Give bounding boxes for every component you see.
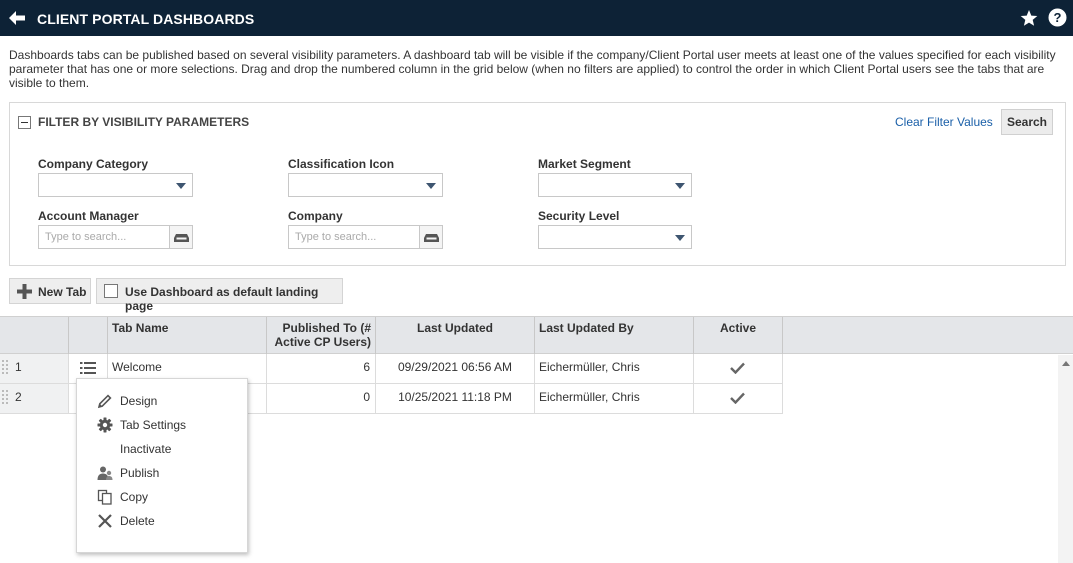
company-input[interactable] xyxy=(289,226,420,248)
default-landing-checkbox[interactable] xyxy=(104,284,118,298)
chevron-down-icon xyxy=(176,183,186,189)
security-level-label: Security Level xyxy=(538,209,620,223)
menu-item-design[interactable]: Design xyxy=(77,389,247,413)
help-icon[interactable]: ? xyxy=(1048,8,1067,27)
checkmark-icon xyxy=(730,392,745,404)
plus-icon xyxy=(17,284,32,299)
copy-icon xyxy=(97,489,112,505)
row-order-cell[interactable]: 2 xyxy=(0,384,69,414)
grid-header: Tab Name Published To (# Active CP Users… xyxy=(0,316,1073,354)
page-title: CLIENT PORTAL DASHBOARDS xyxy=(37,11,255,27)
app-header: CLIENT PORTAL DASHBOARDS ? xyxy=(0,0,1073,36)
new-tab-label: New Tab xyxy=(38,285,87,299)
menu-item-publish[interactable]: Publish xyxy=(77,461,247,485)
filter-title: FILTER BY VISIBILITY PARAMETERS xyxy=(38,115,250,129)
menu-item-copy[interactable]: Copy xyxy=(77,485,247,509)
company-category-select[interactable] xyxy=(38,173,193,197)
collapse-filter-toggle[interactable] xyxy=(18,116,31,129)
published-to-cell: 0 xyxy=(267,384,376,414)
last-updated-cell: 09/29/2021 06:56 AM xyxy=(376,354,535,384)
tray-icon xyxy=(174,234,189,242)
row-context-menu: Design Tab Settings Inactivate Publish C… xyxy=(76,378,248,553)
menu-item-tab-settings[interactable]: Tab Settings xyxy=(77,413,247,437)
market-segment-select[interactable] xyxy=(538,173,692,197)
company-category-label: Company Category xyxy=(38,157,149,171)
col-order-header xyxy=(0,317,69,354)
published-to-cell: 6 xyxy=(267,354,376,384)
account-manager-label: Account Manager xyxy=(38,209,139,223)
menu-item-delete[interactable]: Delete xyxy=(77,509,247,533)
col-last-updated-header[interactable]: Last Updated xyxy=(376,317,535,354)
row-order-cell[interactable]: 1 xyxy=(0,354,69,384)
chevron-down-icon xyxy=(675,235,685,241)
grid-scrollbar[interactable] xyxy=(1058,355,1073,563)
last-updated-cell: 10/25/2021 11:18 PM xyxy=(376,384,535,414)
checkmark-icon xyxy=(730,362,745,374)
filter-panel: FILTER BY VISIBILITY PARAMETERS Clear Fi… xyxy=(9,102,1066,266)
gear-icon xyxy=(97,417,113,433)
new-tab-button[interactable]: New Tab xyxy=(9,278,91,304)
chevron-down-icon xyxy=(675,183,685,189)
default-landing-label: Use Dashboard as default landing page xyxy=(125,285,319,313)
account-manager-search xyxy=(38,225,193,249)
users-icon xyxy=(97,466,113,480)
drag-handle-icon[interactable] xyxy=(2,390,8,406)
col-actions-header xyxy=(69,317,108,354)
close-icon xyxy=(98,514,112,528)
back-arrow-icon[interactable] xyxy=(8,9,26,27)
active-cell xyxy=(694,384,783,414)
star-icon[interactable] xyxy=(1020,9,1038,27)
col-last-updated-by-header[interactable]: Last Updated By xyxy=(535,317,694,354)
menu-item-inactivate[interactable]: Inactivate xyxy=(77,437,247,461)
svg-text:?: ? xyxy=(1054,10,1062,25)
classification-icon-label: Classification Icon xyxy=(288,157,395,171)
company-search xyxy=(288,225,443,249)
col-tab-name-header[interactable]: Tab Name xyxy=(108,317,267,354)
page-description: Dashboards tabs can be published based o… xyxy=(9,48,1056,90)
lookup-button[interactable] xyxy=(419,226,442,248)
classification-icon-select[interactable] xyxy=(288,173,443,197)
account-manager-input[interactable] xyxy=(39,226,170,248)
tray-icon xyxy=(424,234,439,242)
market-segment-label: Market Segment xyxy=(538,157,631,171)
list-menu-icon[interactable] xyxy=(80,361,96,375)
pencil-icon xyxy=(97,394,112,409)
scroll-up-icon[interactable] xyxy=(1062,361,1070,366)
col-published-to-header[interactable]: Published To (# Active CP Users) xyxy=(267,317,376,354)
active-cell xyxy=(694,354,783,384)
clear-filter-values-link[interactable]: Clear Filter Values xyxy=(895,115,993,129)
security-level-select[interactable] xyxy=(538,225,692,249)
lookup-button[interactable] xyxy=(169,226,192,248)
last-updated-by-cell: Eichermüller, Chris xyxy=(535,384,694,414)
drag-handle-icon[interactable] xyxy=(2,360,8,376)
last-updated-by-cell: Eichermüller, Chris xyxy=(535,354,694,384)
company-label: Company xyxy=(288,209,343,223)
col-active-header[interactable]: Active xyxy=(694,317,783,354)
search-button[interactable]: Search xyxy=(1001,109,1053,135)
chevron-down-icon xyxy=(426,183,436,189)
default-landing-toggle[interactable]: Use Dashboard as default landing page xyxy=(96,278,343,313)
